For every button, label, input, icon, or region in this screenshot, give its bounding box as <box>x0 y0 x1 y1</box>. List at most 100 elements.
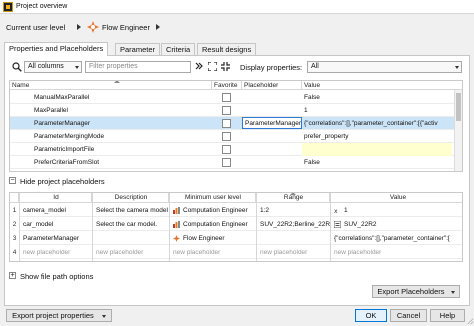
placeholder-range[interactable]: 1:2 <box>258 204 330 217</box>
column-header-value[interactable]: Value <box>330 193 462 203</box>
property-value[interactable]: False <box>302 156 452 169</box>
property-placeholder[interactable] <box>242 143 302 156</box>
placeholder-value[interactable]: SUV_22R2 <box>344 221 377 228</box>
chevron-down-icon <box>450 290 455 294</box>
property-row[interactable]: ManualMaxParallel False <box>10 91 462 104</box>
property-row[interactable]: MaxParallel 1 <box>10 104 462 117</box>
placeholder-description[interactable]: Select the camera model. <box>94 204 168 217</box>
column-divider <box>169 193 170 261</box>
computation-engineer-icon <box>173 220 180 228</box>
expand-toggle-icon[interactable]: + <box>9 272 16 279</box>
chevron-down-icon <box>101 314 106 318</box>
property-row[interactable]: ParameterMergingMode prefer_property <box>10 130 462 143</box>
column-header-placeholder[interactable]: Placeholder <box>242 81 302 90</box>
favorite-checkbox[interactable] <box>222 158 231 167</box>
forward-icon[interactable] <box>194 62 204 72</box>
collapse-icon[interactable] <box>220 62 230 72</box>
favorite-checkbox[interactable] <box>222 145 231 154</box>
placeholder-value[interactable]: {"correlations":[],"parameter_container"… <box>332 232 462 245</box>
export-project-properties-button[interactable]: Export project properties <box>6 309 112 322</box>
property-value[interactable]: {"correlations":[],"parameter_container"… <box>302 117 452 130</box>
placeholder-description[interactable]: new placeholder <box>94 246 168 259</box>
user-level-dropdown-arrow-icon[interactable] <box>156 24 160 30</box>
property-value[interactable] <box>302 143 452 156</box>
placeholder-id[interactable]: camera_model <box>21 204 91 217</box>
placeholder-range[interactable] <box>258 232 330 245</box>
new-placeholder-row[interactable]: 4 new placeholder new placeholder new pl… <box>10 246 462 259</box>
property-row[interactable]: PreferCriteriaFromSlot False <box>10 156 462 169</box>
show-file-path-options-toggle[interactable]: Show file path options <box>20 272 93 281</box>
column-header-value[interactable]: Value <box>302 81 454 90</box>
favorite-checkbox[interactable] <box>222 132 231 141</box>
property-placeholder[interactable] <box>242 130 302 143</box>
placeholder-id[interactable]: car_model <box>21 218 91 231</box>
resize-grip[interactable] <box>467 318 473 324</box>
placeholder-row[interactable]: 1 camera_model Select the camera model. … <box>10 204 462 217</box>
current-user-level-label: Current user level <box>6 23 66 32</box>
property-name: ManualMaxParallel <box>34 94 90 101</box>
placeholder-row[interactable]: 3 ParameterManager Flow Engineer {"corre… <box>10 232 462 245</box>
cancel-button[interactable]: Cancel <box>390 309 427 322</box>
vertical-scrollbar[interactable] <box>454 90 462 171</box>
placeholder-range[interactable]: SUV_22R2;Berline_22R2 <box>258 218 330 231</box>
hide-project-placeholders-toggle[interactable]: Hide project placeholders <box>20 177 105 186</box>
tab-properties-and-placeholders[interactable]: Properties and Placeholders <box>4 42 109 56</box>
property-name: MaxParallel <box>34 107 68 114</box>
sort-indicator-icon <box>114 81 120 83</box>
column-header-name[interactable]: Name <box>10 81 212 90</box>
chevron-down-icon <box>75 66 79 69</box>
chevron-down-icon <box>455 66 459 69</box>
placeholder-range[interactable]: new placeholder <box>258 246 330 259</box>
column-header-minimum-user-level[interactable]: Minimum user level <box>169 193 256 203</box>
placeholder-user-level[interactable]: Computation Engineer <box>183 221 248 228</box>
export-placeholders-label: Export Placeholders <box>377 287 445 296</box>
columns-select[interactable]: All columns <box>24 61 82 73</box>
title-bar: Project overview <box>0 0 474 14</box>
ok-button[interactable]: OK <box>355 309 387 322</box>
property-placeholder[interactable] <box>242 91 302 104</box>
column-header-description[interactable]: Description <box>92 193 169 203</box>
scrollbar-thumb[interactable] <box>456 93 461 121</box>
placeholder-id[interactable]: new placeholder <box>21 246 91 259</box>
column-header-favorite[interactable]: Favorite <box>212 81 242 90</box>
help-button[interactable]: Help <box>430 309 465 322</box>
placeholder-row[interactable]: 2 car_model Select the car model. Comput… <box>10 218 462 231</box>
expand-icon[interactable] <box>206 61 218 72</box>
placeholder-value[interactable]: new placeholder <box>332 246 462 259</box>
property-placeholder[interactable] <box>242 104 302 117</box>
column-header-id[interactable]: Id <box>19 193 92 203</box>
flow-engineer-icon <box>87 21 99 33</box>
row-number: 1 <box>10 204 19 217</box>
placeholder-value[interactable]: 1 <box>344 207 348 214</box>
property-placeholder[interactable]: ParameterManager <box>242 117 302 129</box>
property-value[interactable]: 1 <box>302 104 452 117</box>
window-title: Project overview <box>16 3 68 10</box>
user-level-bar: Current user level Flow Engineer <box>0 16 474 40</box>
favorite-checkbox[interactable] <box>222 106 231 115</box>
properties-table-header: Name Favorite Placeholder Value <box>10 81 462 90</box>
property-name: PreferCriteriaFromSlot <box>34 159 100 166</box>
placeholder-description[interactable] <box>94 232 168 245</box>
current-user-level-value[interactable]: Flow Engineer <box>102 23 150 32</box>
property-row[interactable]: ParametricImportFile <box>10 143 462 156</box>
filter-properties-input[interactable]: Filter properties <box>85 61 191 73</box>
property-value[interactable]: False <box>302 91 452 104</box>
placeholder-user-level[interactable]: new placeholder <box>171 246 255 259</box>
row-number: 4 <box>10 246 19 259</box>
row-number: 3 <box>10 232 19 245</box>
search-icon <box>12 62 22 72</box>
property-value[interactable]: prefer_property <box>302 130 452 143</box>
collapse-toggle-icon[interactable]: − <box>9 177 16 184</box>
display-properties-label: Display properties: <box>240 63 303 72</box>
placeholder-id[interactable]: ParameterManager <box>21 232 91 245</box>
export-placeholders-button[interactable]: Export Placeholders <box>372 285 460 298</box>
property-placeholder[interactable] <box>242 156 302 169</box>
svg-text:x: x <box>334 208 338 214</box>
favorite-checkbox[interactable] <box>222 93 231 102</box>
favorite-checkbox[interactable] <box>222 119 231 128</box>
placeholder-user-level[interactable]: Flow Engineer <box>183 235 225 242</box>
property-row-selected[interactable]: ParameterManager ParameterManager {"corr… <box>10 117 462 130</box>
placeholder-user-level[interactable]: Computation Engineer <box>183 207 248 214</box>
placeholder-description[interactable]: Select the car model. <box>94 218 168 231</box>
display-properties-select[interactable]: All <box>307 61 462 73</box>
